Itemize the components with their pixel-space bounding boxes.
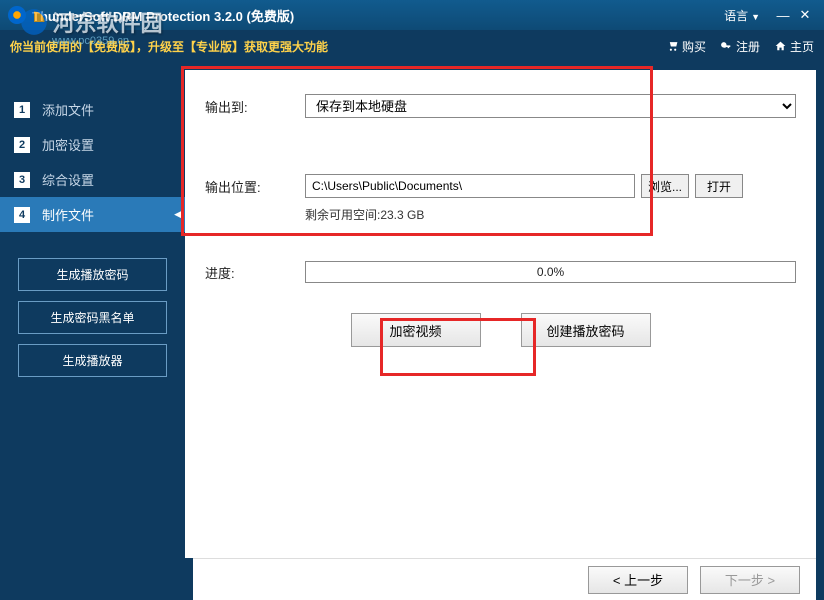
free-space-info: 剩余可用空间:23.3 GB [305, 206, 796, 223]
titlebar: ThunderSoft DRM Protection 3.2.0 (免费版) 语… [0, 0, 824, 30]
create-play-password-button[interactable]: 创建播放密码 [521, 313, 651, 347]
minimize-button[interactable]: — [772, 8, 794, 23]
encrypt-video-button[interactable]: 加密视频 [351, 313, 481, 347]
gen-player-button[interactable]: 生成播放器 [18, 344, 167, 377]
next-step-button[interactable]: 下一步 > [700, 566, 800, 594]
app-title: ThunderSoft DRM Protection 3.2.0 (免费版) [32, 6, 724, 25]
step-label: 制作文件 [42, 205, 94, 224]
step-general-settings[interactable]: 3 综合设置 [0, 162, 185, 197]
step-encrypt-settings[interactable]: 2 加密设置 [0, 127, 185, 162]
sidebar: 1 添加文件 2 加密设置 3 综合设置 4 制作文件 生成播放密码 生成密码黑… [0, 62, 185, 558]
progress-bar: 0.0% [305, 261, 796, 283]
footer: < 上一步 下一步 > [193, 558, 816, 600]
main-panel: 输出到: 保存到本地硬盘 输出位置: 浏览... 打开 剩余可用空间:23.3 … [185, 70, 816, 558]
prev-step-button[interactable]: < 上一步 [588, 566, 688, 594]
step-label: 加密设置 [42, 135, 94, 154]
output-path-input[interactable] [305, 174, 635, 198]
output-path-label: 输出位置: [205, 177, 305, 196]
home-button[interactable]: 主页 [774, 38, 814, 55]
step-label: 综合设置 [42, 170, 94, 189]
progress-label: 进度: [205, 263, 305, 282]
cart-icon [666, 40, 679, 53]
output-to-select[interactable]: 保存到本地硬盘 [305, 94, 796, 118]
language-selector[interactable]: 语言▼ [724, 7, 760, 24]
register-button[interactable]: 注册 [720, 38, 760, 55]
chevron-down-icon: ▼ [751, 12, 760, 22]
app-logo-icon [8, 6, 26, 24]
buy-button[interactable]: 购买 [666, 38, 706, 55]
browse-button[interactable]: 浏览... [641, 174, 689, 198]
step-label: 添加文件 [42, 100, 94, 119]
gen-blacklist-button[interactable]: 生成密码黑名单 [18, 301, 167, 334]
output-to-label: 输出到: [205, 97, 305, 116]
key-icon [720, 40, 733, 53]
gen-play-password-button[interactable]: 生成播放密码 [18, 258, 167, 291]
open-button[interactable]: 打开 [695, 174, 743, 198]
home-icon [774, 40, 787, 53]
upgrade-notice: 你当前使用的【免费版】，升级至【专业版】获取更强大功能 [10, 38, 652, 55]
step-add-files[interactable]: 1 添加文件 [0, 92, 185, 127]
toolbar: 你当前使用的【免费版】，升级至【专业版】获取更强大功能 购买 注册 主页 [0, 30, 824, 62]
close-button[interactable]: ✕ [794, 7, 816, 23]
step-create-file[interactable]: 4 制作文件 [0, 197, 185, 232]
